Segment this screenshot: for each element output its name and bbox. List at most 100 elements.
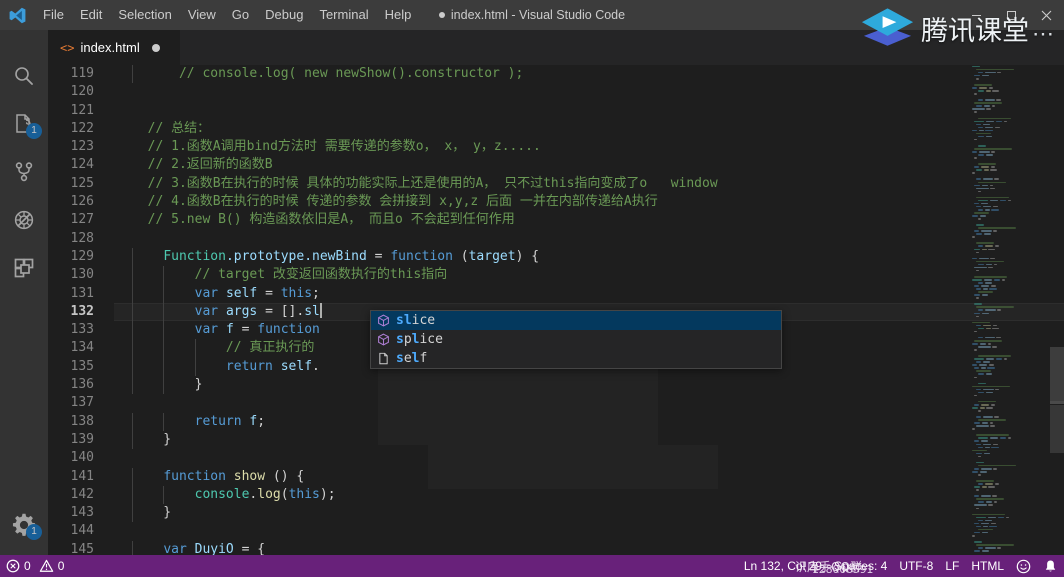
code-line[interactable]: 144 <box>48 522 1064 540</box>
code-line[interactable]: 127 // 5.new B() 构造函数依旧是A， 而且o 不会起到任何作用 <box>48 211 1064 229</box>
scrollbar-thumb[interactable] <box>1050 347 1064 401</box>
window-controls <box>959 0 1064 30</box>
minimize-button[interactable] <box>959 0 994 30</box>
line-content[interactable]: // 2.返回新的函数B <box>114 156 1064 174</box>
menu-item-view[interactable]: View <box>180 0 224 30</box>
menu-item-debug[interactable]: Debug <box>257 0 311 30</box>
line-content[interactable]: } <box>114 376 1064 394</box>
line-content[interactable]: } <box>114 504 1064 522</box>
suggestion-item-slice[interactable]: slice <box>371 311 781 330</box>
status-problems[interactable]: 0 0 <box>0 555 70 577</box>
code-line[interactable]: 139 } <box>48 431 1064 449</box>
menu-item-go[interactable]: Go <box>224 0 257 30</box>
indent-guide <box>195 339 196 357</box>
indent-guide <box>163 285 164 303</box>
line-content[interactable]: function show () { <box>114 468 1064 486</box>
editor-scrollbar[interactable] <box>1050 65 1064 555</box>
line-content[interactable]: // 3.函数B在执行的时候 具体的功能实际上还是使用的A， 只不过this指向… <box>114 175 1064 193</box>
indent-guide <box>132 285 133 303</box>
menu-item-file[interactable]: File <box>35 0 72 30</box>
menu-item-selection[interactable]: Selection <box>110 0 179 30</box>
maximize-button[interactable] <box>994 0 1029 30</box>
line-number: 135 <box>48 358 114 376</box>
method-cube-icon <box>375 331 392 348</box>
code-line[interactable]: 119 // console.log( new newShow().constr… <box>48 65 1064 83</box>
code-line[interactable]: 141 function show () { <box>48 468 1064 486</box>
menu-item-terminal[interactable]: Terminal <box>311 0 376 30</box>
suggestion-widget[interactable]: slicespliceself <box>370 310 782 369</box>
indent-guide <box>163 266 164 284</box>
line-content[interactable]: Function.prototype.newBind = function (t… <box>114 248 1064 266</box>
tab-index-html[interactable]: <> index.html <box>48 30 181 65</box>
code-token: log <box>257 487 280 502</box>
tab-dirty-indicator-icon[interactable] <box>152 44 160 52</box>
line-content[interactable]: var self = this; <box>114 285 1064 303</box>
line-content[interactable]: // 5.new B() 构造函数依旧是A， 而且o 不会起到任何作用 <box>114 211 1064 229</box>
menu-item-edit[interactable]: Edit <box>72 0 110 30</box>
indent-guide <box>163 486 164 504</box>
code-line[interactable]: 123 // 1.函数A调用bind方法时 需要传递的参数o， x， y，z..… <box>48 138 1064 156</box>
code-line[interactable]: 129 Function.prototype.newBind = functio… <box>48 248 1064 266</box>
code-line[interactable]: 130 // target 改变返回函数执行的this指向 <box>48 266 1064 284</box>
status-notifications-button[interactable] <box>1037 555 1064 577</box>
code-token: // 真正执行的 <box>132 340 314 355</box>
code-line[interactable]: 126 // 4.函数B在执行的时候 传递的参数 会拼接到 x,y,z 后面 一… <box>48 193 1064 211</box>
sidebar-item-extensions[interactable] <box>0 244 48 292</box>
code-line[interactable]: 120 <box>48 83 1064 101</box>
status-eol[interactable]: LF <box>939 555 965 577</box>
code-line[interactable]: 138 return f; <box>48 413 1064 431</box>
code-line[interactable]: 121 <box>48 102 1064 120</box>
code-token: function <box>257 322 320 337</box>
suggestion-item-self[interactable]: self <box>371 349 781 368</box>
indent-guide <box>195 358 196 376</box>
code-line[interactable]: 140 <box>48 449 1064 467</box>
code-line[interactable]: 125 // 3.函数B在执行的时候 具体的功能实际上还是使用的A， 只不过th… <box>48 175 1064 193</box>
scrollbar-thumb-lower[interactable] <box>1050 405 1064 453</box>
line-content[interactable]: return f; <box>114 413 1064 431</box>
menu-item-help[interactable]: Help <box>377 0 420 30</box>
code-token: function <box>390 249 460 264</box>
code-line[interactable]: 128 <box>48 230 1064 248</box>
status-cursor-position[interactable]: Ln 132, Col 29 <box>738 555 828 577</box>
minimap[interactable] <box>970 65 1050 555</box>
code-token: . <box>312 359 320 374</box>
status-encoding[interactable]: UTF-8 <box>893 555 939 577</box>
line-number: 144 <box>48 522 114 540</box>
line-content[interactable]: // 4.函数B在执行的时候 传递的参数 会拼接到 x,y,z 后面 一并在内部… <box>114 193 1064 211</box>
line-content[interactable]: } <box>114 431 1064 449</box>
line-content[interactable]: // target 改变返回函数执行的this指向 <box>114 266 1064 284</box>
manage-settings-button[interactable]: 1 <box>0 501 48 549</box>
line-content[interactable]: console.log(this); <box>114 486 1064 504</box>
code-line[interactable]: 137 <box>48 394 1064 412</box>
line-content[interactable]: // 1.函数A调用bind方法时 需要传递的参数o， x， y，z..... <box>114 138 1064 156</box>
line-content[interactable]: var DuyiO = { <box>114 541 1064 555</box>
text-file-icon <box>375 350 392 367</box>
code-line[interactable]: 131 var self = this; <box>48 285 1064 303</box>
status-feedback-button[interactable] <box>1010 555 1037 577</box>
close-button[interactable] <box>1029 0 1064 30</box>
sidebar-item-open-editors[interactable]: 1 <box>0 100 48 148</box>
status-language-mode[interactable]: HTML <box>965 555 1010 577</box>
code-line[interactable]: 136 } <box>48 376 1064 394</box>
code-line[interactable]: 143 } <box>48 504 1064 522</box>
line-number: 127 <box>48 211 114 229</box>
suggestion-item-splice[interactable]: splice <box>371 330 781 349</box>
sidebar-item-debug[interactable] <box>0 196 48 244</box>
code-line[interactable]: 124 // 2.返回新的函数B <box>48 156 1064 174</box>
indent-guide <box>132 431 133 449</box>
code-token: // 5.new B() 构造函数依旧是A， 而且o 不会起到任何作用 <box>132 212 515 227</box>
line-number: 139 <box>48 431 114 449</box>
code-token: = <box>265 286 281 301</box>
code-line[interactable]: 142 console.log(this); <box>48 486 1064 504</box>
sidebar-item-source-control[interactable] <box>0 148 48 196</box>
sidebar-item-search[interactable] <box>0 52 48 100</box>
status-indentation[interactable]: Spaces: 4 <box>828 555 893 577</box>
code-line[interactable]: 122 // 总结： <box>48 120 1064 138</box>
code-editor[interactable]: 119 // console.log( new newShow().constr… <box>48 65 1064 555</box>
code-token: var <box>195 304 226 319</box>
line-content[interactable]: // 总结： <box>114 120 1064 138</box>
line-number: 134 <box>48 339 114 357</box>
code-token: } <box>132 432 171 447</box>
line-content[interactable]: // console.log( new newShow().constructo… <box>114 65 1064 83</box>
code-line[interactable]: 145 var DuyiO = { <box>48 541 1064 555</box>
